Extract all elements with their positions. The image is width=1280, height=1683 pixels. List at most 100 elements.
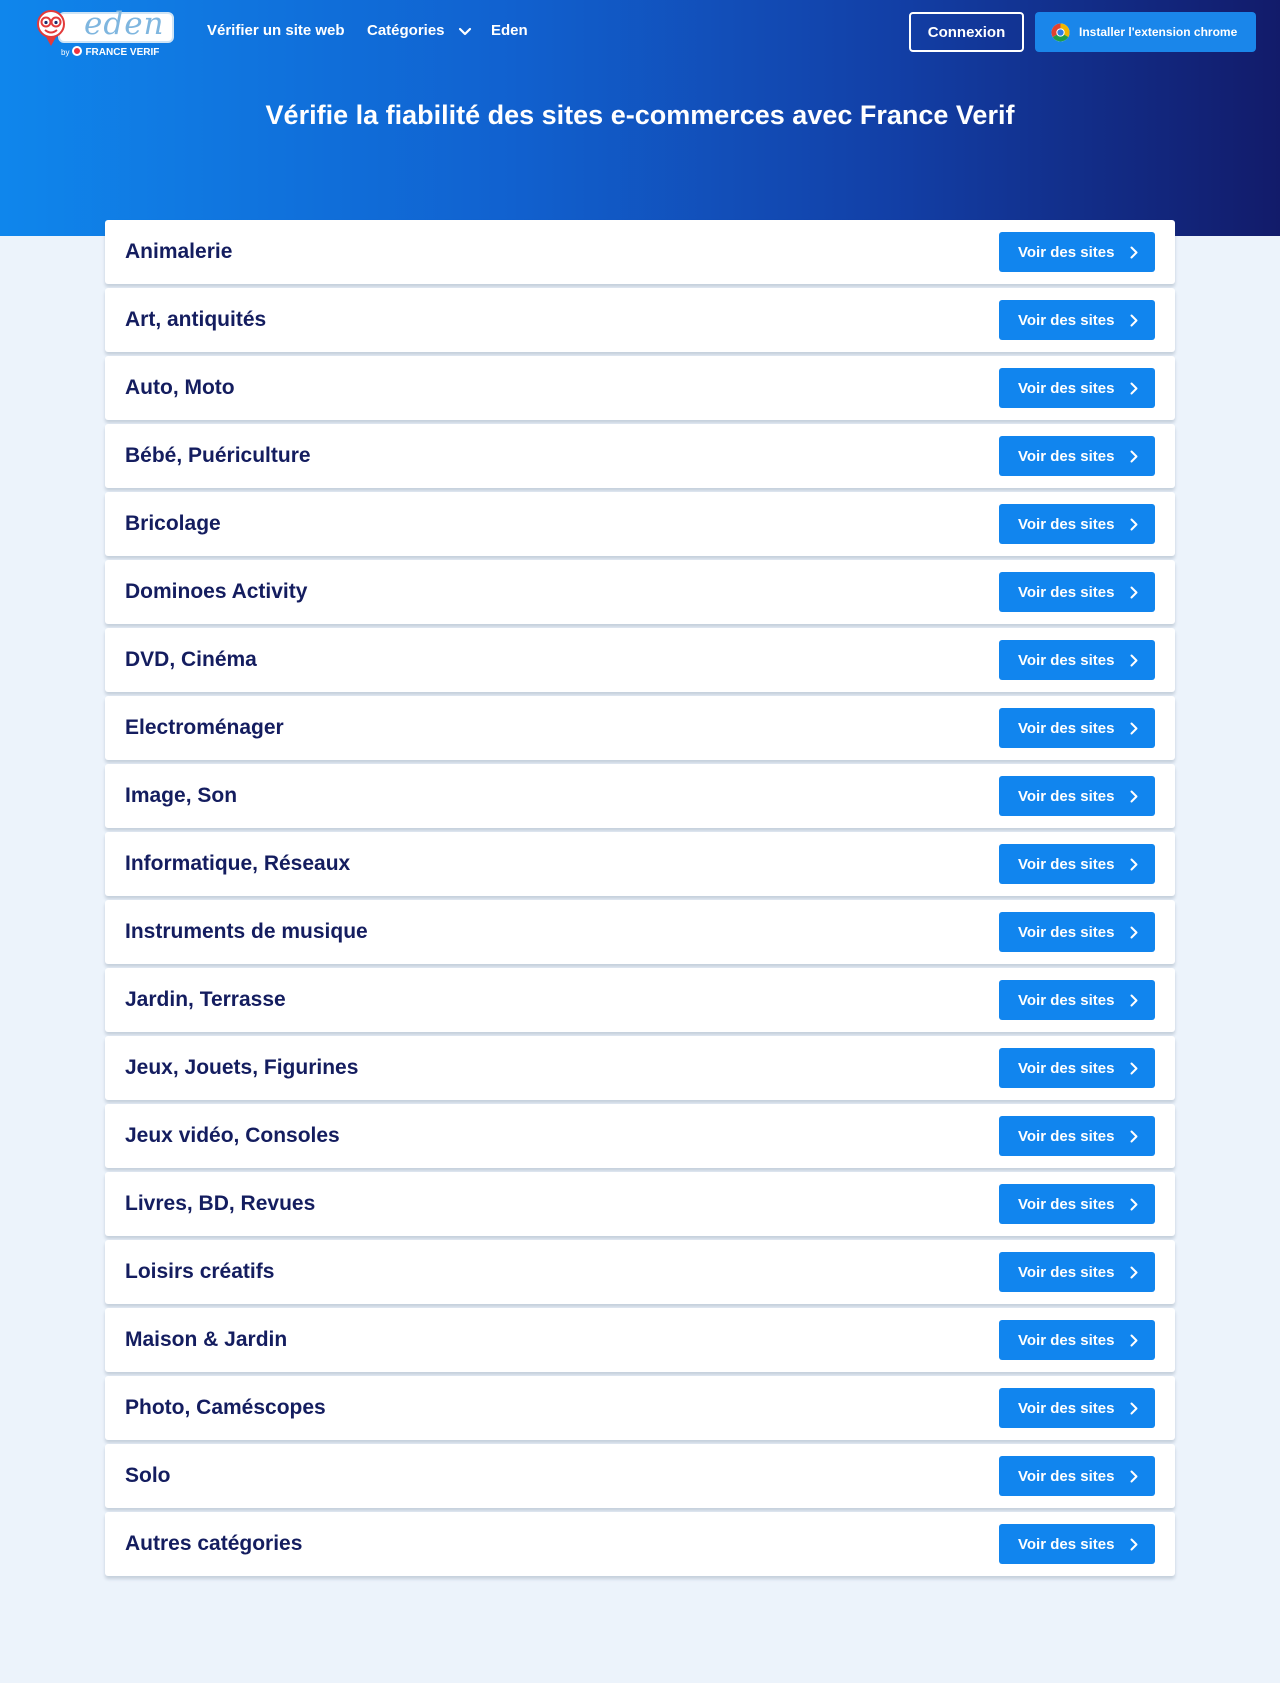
- install-chrome-extension-button[interactable]: Installer l'extension chrome: [1035, 12, 1256, 52]
- login-button[interactable]: Connexion: [909, 12, 1024, 52]
- category-name: Livres, BD, Revues: [125, 1192, 316, 1215]
- see-sites-label: Voir des sites: [1018, 1331, 1115, 1349]
- category-row: Jeux, Jouets, Figurines Voir des sites: [105, 1036, 1175, 1100]
- category-row: Loisirs créatifs Voir des sites: [105, 1240, 1175, 1304]
- category-name: Loisirs créatifs: [125, 1260, 275, 1283]
- chevron-right-icon: [1130, 994, 1138, 1007]
- category-name: Solo: [125, 1464, 171, 1487]
- category-row: Jardin, Terrasse Voir des sites: [105, 968, 1175, 1032]
- category-name: Maison & Jardin: [125, 1328, 288, 1351]
- see-sites-button[interactable]: Voir des sites: [999, 504, 1155, 544]
- see-sites-button[interactable]: Voir des sites: [999, 844, 1155, 884]
- category-row: Dominoes Activity Voir des sites: [105, 560, 1175, 624]
- category-name: Photo, Caméscopes: [125, 1396, 326, 1419]
- category-row: Bébé, Puériculture Voir des sites: [105, 424, 1175, 488]
- category-row: DVD, Cinéma Voir des sites: [105, 628, 1175, 692]
- eden-logo[interactable]: eden by FRANCE VERIF: [34, 6, 178, 60]
- category-row: Image, Son Voir des sites: [105, 764, 1175, 828]
- chevron-right-icon: [1130, 450, 1138, 463]
- see-sites-button[interactable]: Voir des sites: [999, 912, 1155, 952]
- see-sites-button[interactable]: Voir des sites: [999, 368, 1155, 408]
- see-sites-label: Voir des sites: [1018, 787, 1115, 805]
- nav-categories-link[interactable]: Catégories: [367, 22, 445, 39]
- category-row: Auto, Moto Voir des sites: [105, 356, 1175, 420]
- category-name: Instruments de musique: [125, 920, 368, 943]
- chevron-right-icon: [1130, 382, 1138, 395]
- chevron-right-icon: [1130, 1470, 1138, 1483]
- category-row: Instruments de musique Voir des sites: [105, 900, 1175, 964]
- see-sites-button[interactable]: Voir des sites: [999, 300, 1155, 340]
- category-row: Jeux vidéo, Consoles Voir des sites: [105, 1104, 1175, 1168]
- chrome-icon: [1051, 22, 1070, 42]
- chevron-right-icon: [1130, 1402, 1138, 1415]
- chevron-right-icon: [1130, 926, 1138, 939]
- category-row: Art, antiquités Voir des sites: [105, 288, 1175, 352]
- see-sites-button[interactable]: Voir des sites: [999, 1524, 1155, 1564]
- chevron-right-icon: [1130, 1538, 1138, 1551]
- see-sites-button[interactable]: Voir des sites: [999, 1116, 1155, 1156]
- category-name: Informatique, Réseaux: [125, 852, 351, 875]
- category-name: Dominoes Activity: [125, 580, 308, 603]
- category-name: Jeux vidéo, Consoles: [125, 1124, 340, 1147]
- chevron-right-icon: [1130, 518, 1138, 531]
- nav-eden-link[interactable]: Eden: [491, 22, 528, 39]
- category-name: Autres catégories: [125, 1532, 303, 1555]
- category-name: Image, Son: [125, 784, 238, 807]
- top-navbar: eden by FRANCE VERIF Vérifier un site web…: [0, 0, 1280, 64]
- chevron-right-icon: [1130, 1062, 1138, 1075]
- category-name: Art, antiquités: [125, 308, 267, 331]
- see-sites-button[interactable]: Voir des sites: [999, 640, 1155, 680]
- nav-verify-link[interactable]: Vérifier un site web: [207, 22, 345, 39]
- category-name: Bricolage: [125, 512, 221, 535]
- category-name: Jeux, Jouets, Figurines: [125, 1056, 359, 1079]
- see-sites-label: Voir des sites: [1018, 515, 1115, 533]
- see-sites-button[interactable]: Voir des sites: [999, 1456, 1155, 1496]
- install-chrome-extension-label: Installer l'extension chrome: [1079, 25, 1238, 39]
- chevron-right-icon: [1130, 246, 1138, 259]
- see-sites-button[interactable]: Voir des sites: [999, 232, 1155, 272]
- logo-by: by: [61, 48, 70, 57]
- see-sites-label: Voir des sites: [1018, 1535, 1115, 1553]
- see-sites-button[interactable]: Voir des sites: [999, 1048, 1155, 1088]
- see-sites-label: Voir des sites: [1018, 1127, 1115, 1145]
- mascot-icon: [37, 10, 65, 46]
- chevron-down-icon[interactable]: [458, 27, 472, 37]
- see-sites-label: Voir des sites: [1018, 1467, 1115, 1485]
- page-title: Vérifie la fiabilité des sites e-commerc…: [265, 100, 1015, 130]
- see-sites-button[interactable]: Voir des sites: [999, 1388, 1155, 1428]
- chevron-right-icon: [1130, 586, 1138, 599]
- category-row: Animalerie Voir des sites: [105, 220, 1175, 284]
- see-sites-button[interactable]: Voir des sites: [999, 436, 1155, 476]
- chevron-right-icon: [1130, 858, 1138, 871]
- logo-word: eden: [84, 6, 165, 42]
- see-sites-button[interactable]: Voir des sites: [999, 572, 1155, 612]
- see-sites-label: Voir des sites: [1018, 447, 1115, 465]
- category-name: Bébé, Puériculture: [125, 444, 311, 467]
- category-row: Autres catégories Voir des sites: [105, 1512, 1175, 1576]
- see-sites-button[interactable]: Voir des sites: [999, 980, 1155, 1020]
- category-row: Photo, Caméscopes Voir des sites: [105, 1376, 1175, 1440]
- category-row: Informatique, Réseaux Voir des sites: [105, 832, 1175, 896]
- category-row: Electroménager Voir des sites: [105, 696, 1175, 760]
- see-sites-button[interactable]: Voir des sites: [999, 1320, 1155, 1360]
- category-row: Solo Voir des sites: [105, 1444, 1175, 1508]
- category-name: Electroménager: [125, 716, 284, 739]
- see-sites-label: Voir des sites: [1018, 1399, 1115, 1417]
- chevron-right-icon: [1130, 314, 1138, 327]
- see-sites-button[interactable]: Voir des sites: [999, 1252, 1155, 1292]
- see-sites-label: Voir des sites: [1018, 243, 1115, 261]
- see-sites-button[interactable]: Voir des sites: [999, 1184, 1155, 1224]
- see-sites-button[interactable]: Voir des sites: [999, 708, 1155, 748]
- france-verif-dot-icon: [72, 46, 83, 56]
- see-sites-label: Voir des sites: [1018, 379, 1115, 397]
- see-sites-label: Voir des sites: [1018, 991, 1115, 1009]
- see-sites-button[interactable]: Voir des sites: [999, 776, 1155, 816]
- category-name: Jardin, Terrasse: [125, 988, 286, 1011]
- chevron-right-icon: [1130, 1334, 1138, 1347]
- see-sites-label: Voir des sites: [1018, 583, 1115, 601]
- category-row: Bricolage Voir des sites: [105, 492, 1175, 556]
- logo-byline: by FRANCE VERIF: [61, 46, 159, 58]
- category-name: Auto, Moto: [125, 376, 235, 399]
- chevron-right-icon: [1130, 1130, 1138, 1143]
- see-sites-label: Voir des sites: [1018, 923, 1115, 941]
